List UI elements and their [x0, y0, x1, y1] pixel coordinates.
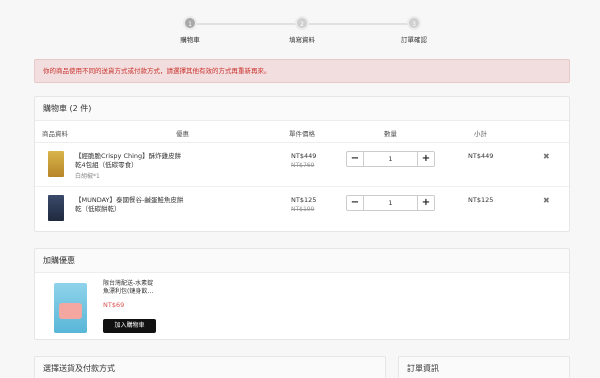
order-info-title: 訂單資訊 — [399, 357, 569, 378]
product-image[interactable] — [48, 195, 64, 221]
remove-icon[interactable]: ✖ — [543, 196, 550, 205]
increase-button[interactable]: + — [417, 196, 434, 210]
upsell-panel: 加購優惠 限台灣配送-水素錠 魚漂利包(鏈身飲… NT$69 加入購物車 — [34, 248, 570, 340]
upsell-title: 加購優惠 — [35, 249, 569, 273]
decrease-button[interactable]: − — [347, 152, 364, 166]
upsell-product-image[interactable] — [54, 283, 87, 333]
remove-icon[interactable]: ✖ — [543, 152, 550, 161]
shipping-payment-panel: 選擇送貨及付款方式 — [34, 356, 386, 378]
col-discount: 優惠 — [176, 130, 189, 138]
product-name[interactable]: 【MUNDAY】泰國餐谷-鹹蛋鮭魚皮餅乾（低碳餅乾） — [75, 196, 187, 214]
step-number: 2 — [295, 16, 309, 30]
cart-row: 【MUNDAY】泰國餐谷-鹹蛋鮭魚皮餅乾（低碳餅乾） NT$125 NT$199… — [35, 187, 569, 231]
step-cart: 1 購物車 — [160, 16, 220, 44]
order-info-panel: 訂單資訊 — [398, 356, 570, 378]
step-label: 填寫資料 — [289, 36, 315, 44]
quantity-stepper: − 1 + — [346, 151, 435, 167]
upsell-price: NT$69 — [103, 301, 125, 309]
increase-button[interactable]: + — [417, 152, 434, 166]
original-price: NT$769 — [291, 162, 315, 169]
subtotal: NT$125 — [468, 196, 494, 204]
step-number: 1 — [183, 16, 197, 30]
step-label: 購物車 — [180, 36, 200, 44]
upsell-product-name[interactable]: 限台灣配送-水素錠 魚漂利包(鏈身飲… — [103, 280, 161, 296]
product-image[interactable] — [48, 151, 64, 177]
error-alert: 你的商品使用不同的送貨方式或付款方式，請選擇其他有效的方式再重新再來。 — [34, 59, 570, 83]
sale-price: NT$449 — [291, 152, 317, 160]
product-variant: 白胡椒*1 — [75, 173, 100, 180]
col-subtotal: 小計 — [474, 130, 487, 138]
cart-row: 【經脆脆Crispy Ching】酥炸雞皮餅乾4包組（低碳零食） 白胡椒*1 N… — [35, 143, 569, 187]
original-price: NT$199 — [291, 206, 315, 213]
add-to-cart-button[interactable]: 加入購物車 — [103, 319, 156, 333]
quantity-input[interactable]: 1 — [365, 152, 416, 166]
col-quantity: 數量 — [384, 130, 397, 138]
step-label: 訂單確認 — [401, 36, 427, 44]
col-unit-price: 單件價格 — [289, 130, 315, 138]
decrease-button[interactable]: − — [347, 196, 364, 210]
col-product: 商品資料 — [42, 130, 68, 138]
unit-price: NT$449 NT$769 — [291, 152, 316, 170]
product-name[interactable]: 【經脆脆Crispy Ching】酥炸雞皮餅乾4包組（低碳零食） — [75, 152, 187, 170]
quantity-stepper: − 1 + — [346, 195, 435, 211]
sale-price: NT$125 — [291, 196, 317, 204]
subtotal: NT$449 — [468, 152, 494, 160]
step-confirm: 3 訂單確認 — [384, 16, 444, 44]
unit-price: NT$125 NT$199 — [291, 196, 316, 214]
step-info: 2 填寫資料 — [272, 16, 332, 44]
step-number: 3 — [407, 16, 421, 30]
checkout-progress: 1 購物車 2 填寫資料 3 訂單確認 — [0, 14, 600, 50]
quantity-input[interactable]: 1 — [365, 196, 416, 210]
cart-panel: 購物車 (2 件) 商品資料 優惠 單件價格 數量 小計 【經脆脆Crispy … — [34, 96, 570, 232]
cart-header: 商品資料 優惠 單件價格 數量 小計 — [35, 121, 569, 143]
shipping-title: 選擇送貨及付款方式 — [35, 357, 385, 378]
cart-title: 購物車 (2 件) — [35, 97, 569, 121]
